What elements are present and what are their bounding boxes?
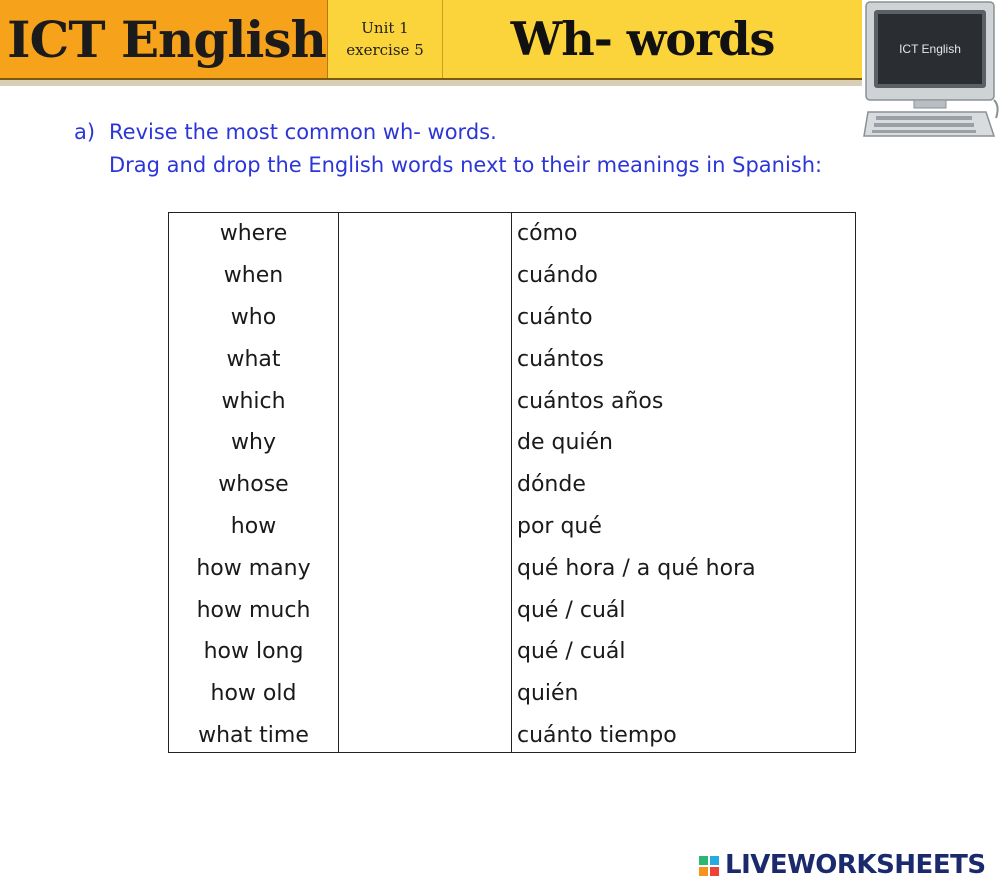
draggable-word[interactable]: how many [169,547,338,589]
header-banner: ICT English Unit 1 exercise 5 Wh- words [0,0,862,80]
liveworksheets-mark-icon [699,856,719,876]
instruction-text-2: Drag and drop the English words next to … [109,153,823,177]
spanish-meaning: cuántos [517,346,605,372]
spanish-meaning: qué / cuál [517,639,626,665]
drop-zone-column [339,213,512,752]
english-words-column: where when who what which why whose how … [169,213,339,752]
drop-slot[interactable] [339,506,511,548]
draggable-word[interactable]: how [169,506,338,548]
exercise-label: exercise 5 [346,41,424,59]
spanish-meaning: qué hora / a qué hora [517,555,756,581]
drop-slot[interactable] [339,213,511,255]
draggable-word[interactable]: what [169,338,338,380]
drop-slot[interactable] [339,715,511,757]
liveworksheets-brand: LIVEWORKSHEETS [725,850,986,880]
drop-slot[interactable] [339,255,511,297]
draggable-word[interactable]: what time [169,715,338,757]
draggable-word[interactable]: how much [169,589,338,631]
drop-slot[interactable] [339,673,511,715]
spanish-meanings-column: cómo cuándo cuánto cuántos cuántos años … [512,213,855,752]
drop-slot[interactable] [339,422,511,464]
liveworksheets-logo[interactable]: LIVEWORKSHEETS [698,850,986,880]
draggable-word[interactable]: when [169,255,338,297]
draggable-word[interactable]: why [169,422,338,464]
spanish-meaning: cuánto [517,304,593,330]
spanish-meaning: de quién [517,430,613,456]
spanish-meaning: cuántos años [517,388,664,414]
spanish-meaning: cuándo [517,263,598,289]
spanish-meaning: dónde [517,472,586,498]
instruction-line-1: a) Revise the most common wh- words. [74,116,874,149]
drop-slot[interactable] [339,631,511,673]
drop-slot[interactable] [339,297,511,339]
spanish-meaning: quién [517,681,579,707]
computer-screen-text: ICT English [899,42,961,56]
spanish-meaning: cuánto tiempo [517,722,677,748]
draggable-word[interactable]: where [169,213,338,255]
unit-box: Unit 1 exercise 5 [328,0,443,78]
spanish-meaning: qué / cuál [517,597,626,623]
instructions: a) Revise the most common wh- words. Dra… [74,116,874,182]
spanish-meaning: por qué [517,513,602,539]
drop-slot[interactable] [339,547,511,589]
drop-slot[interactable] [339,589,511,631]
draggable-word[interactable]: who [169,297,338,339]
instruction-letter: a) [74,120,96,144]
course-title: ICT English [0,0,328,78]
matching-table: where when who what which why whose how … [168,212,856,753]
draggable-word[interactable]: which [169,380,338,422]
drop-slot[interactable] [339,338,511,380]
drop-slot[interactable] [339,380,511,422]
draggable-word[interactable]: how long [169,631,338,673]
computer-icon: ICT English [862,0,1000,140]
draggable-word[interactable]: whose [169,464,338,506]
spanish-meaning: cómo [517,221,578,247]
unit-label: Unit 1 [361,19,409,37]
topic-title: Wh- words [443,0,862,78]
draggable-word[interactable]: how old [169,673,338,715]
instruction-text-1: Revise the most common wh- words. [109,120,497,144]
drop-slot[interactable] [339,464,511,506]
